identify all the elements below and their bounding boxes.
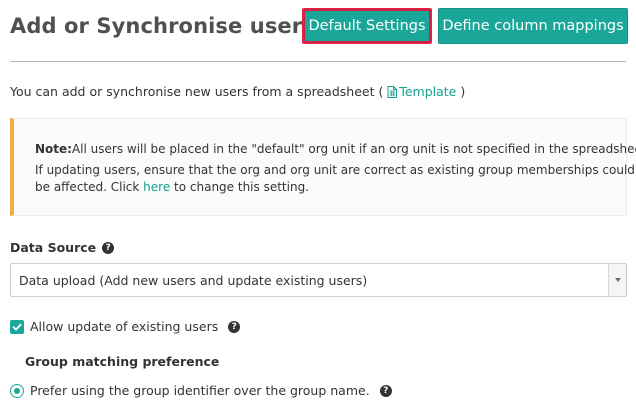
- data-source-title: Data Source: [10, 240, 97, 255]
- allow-update-label[interactable]: Allow update of existing users: [30, 319, 218, 334]
- data-source-selected-value: Data upload (Add new users and update ex…: [19, 273, 368, 288]
- data-source-label: Data Source ?: [10, 240, 115, 255]
- group-identifier-radio-label[interactable]: Prefer using the group identifier over t…: [30, 383, 370, 398]
- chevron-down-icon: [614, 278, 621, 282]
- check-icon: [12, 323, 22, 330]
- note-text-1: All users will be placed in the "default…: [71, 142, 636, 156]
- default-settings-button[interactable]: Default Settings: [302, 8, 432, 44]
- allow-update-row: Allow update of existing users ?: [10, 319, 241, 334]
- group-matching-option-row: Prefer using the group identifier over t…: [10, 383, 392, 398]
- note-line-2: If updating users, ensure that the org a…: [35, 163, 635, 177]
- define-column-mappings-label: Define column mappings: [442, 18, 624, 34]
- dropdown-toggle[interactable]: [608, 264, 626, 296]
- radio-selected-dot: [14, 387, 20, 394]
- header-divider: [10, 61, 626, 62]
- data-source-select[interactable]: Data upload (Add new users and update ex…: [10, 263, 627, 297]
- allow-update-checkbox[interactable]: [10, 319, 24, 334]
- intro-text: You can add or synchronise new users fro…: [10, 84, 465, 99]
- help-circle-icon[interactable]: ?: [102, 241, 115, 254]
- help-circle-icon[interactable]: ?: [379, 384, 392, 397]
- help-circle-icon[interactable]: ?: [228, 320, 241, 333]
- note-label: Note:: [35, 142, 72, 156]
- define-column-mappings-button[interactable]: Define column mappings: [438, 8, 628, 44]
- note-box: Note:All users will be placed in the "de…: [10, 118, 636, 216]
- default-settings-label: Default Settings: [308, 18, 426, 34]
- intro-suffix: ): [460, 84, 466, 99]
- note-text-3-post: to change this setting.: [170, 180, 309, 194]
- note-text-3-pre: be affected. Click: [35, 180, 144, 194]
- template-link-label: Template: [399, 84, 457, 99]
- intro-description: You can add or synchronise new users fro…: [10, 84, 384, 99]
- page-header: Add or Synchronise users f... Default Se…: [0, 0, 636, 64]
- group-identifier-radio[interactable]: [10, 383, 24, 398]
- spreadsheet-file-icon: [387, 86, 398, 98]
- template-link[interactable]: Template: [387, 84, 460, 99]
- note-line-3: be affected. Click here to change this s…: [35, 180, 309, 194]
- note-line-1: Note:All users will be placed in the "de…: [35, 142, 636, 156]
- change-setting-link[interactable]: here: [143, 180, 170, 194]
- group-matching-title: Group matching preference: [25, 354, 220, 369]
